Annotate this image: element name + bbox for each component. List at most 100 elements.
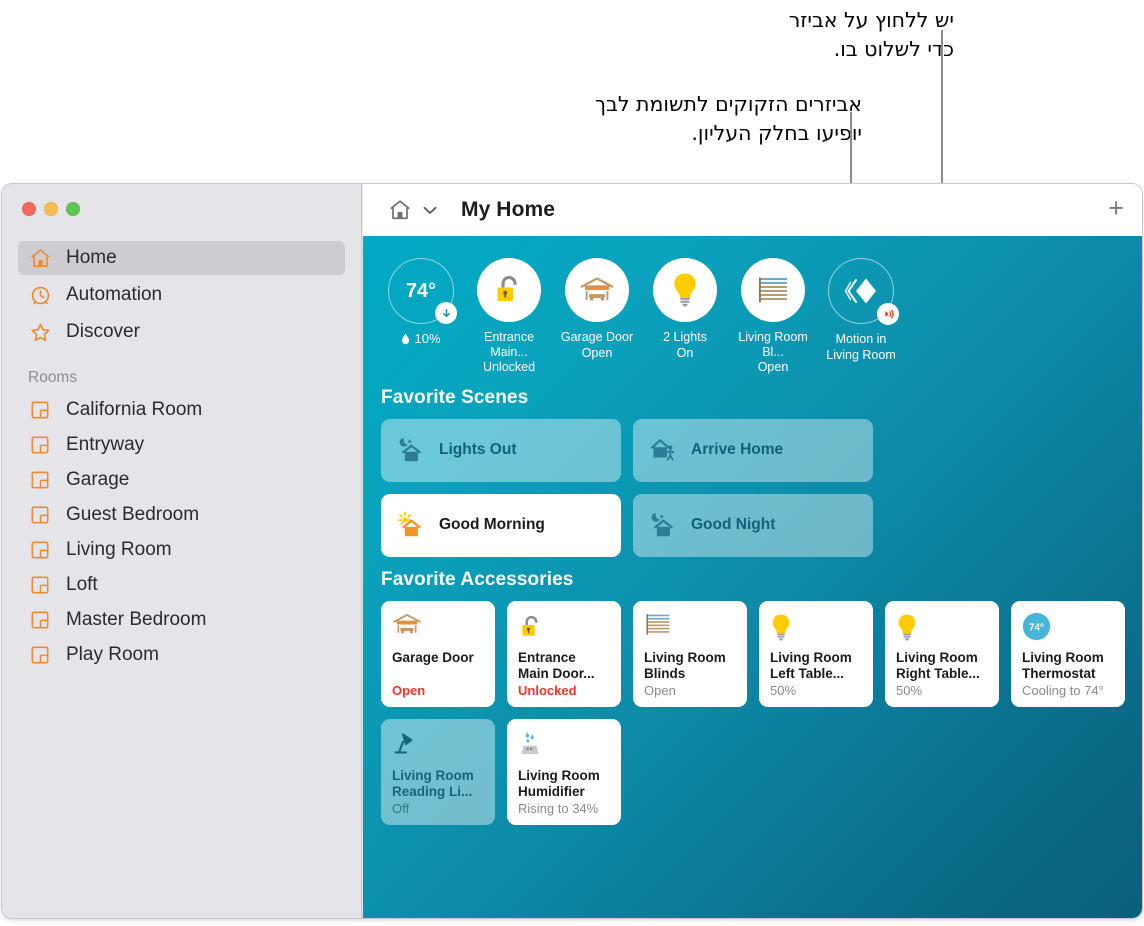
moon-house-icon [397,436,425,464]
close-button[interactable] [22,202,36,216]
sidebar-room-item[interactable]: Living Room [18,533,345,566]
arrow-down-icon [435,302,457,324]
accessory-name: Living Room Bl... [738,330,808,359]
motion-sensor-icon [828,258,899,325]
room-icon [28,643,52,667]
home-app-window: Home Automation Discover Rooms Californi… [2,184,1142,918]
accessory-name: Motion in [835,332,887,346]
room-icon [28,468,52,492]
sidebar-item-label: Home [66,247,117,268]
motion-waves-icon [877,303,899,325]
garage-door-icon [392,612,484,644]
moon-house-icon [649,511,677,539]
accessory-card[interactable]: Living Room Blinds Open [633,600,747,707]
sidebar-room-label: Play Room [66,643,159,665]
add-button[interactable]: + [1108,194,1124,226]
accessory-card[interactable]: Entrance Main Door... Unlocked [507,600,621,707]
accessory-name: Living Room Humidifier [518,767,600,799]
humidifier-icon [518,730,610,762]
accessory-name: Living Room Right Table... [896,649,980,681]
minimize-button[interactable] [44,202,58,216]
sidebar-room-label: Garage [66,468,130,490]
accessory-state: Open [392,682,426,698]
accessory-card[interactable]: Garage Door Open [381,600,495,707]
accessory-card[interactable]: Living Room Reading Li... Off [381,718,495,825]
temperature-value: 74° [405,279,437,302]
sidebar-room-label: Guest Bedroom [66,503,200,525]
accessory-card[interactable]: Living Room Humidifier Rising to 34% [507,718,621,825]
sidebar-room-label: Entryway [66,433,145,455]
favorite-accessories-heading: Favorite Accessories [381,568,574,590]
sidebar-item-label: Discover [66,321,140,342]
unlocked-padlock-icon [477,258,541,322]
zoom-button[interactable] [66,202,80,216]
house-person-icon [649,436,677,464]
star-icon [28,320,52,344]
sidebar-room-item[interactable]: Guest Bedroom [18,498,345,531]
sidebar-room-item[interactable]: Loft [18,568,345,601]
scene-tile[interactable]: Good Night [633,493,873,557]
window-traffic-lights [22,202,80,216]
status-tile-garage-door[interactable]: Garage Door Open [553,258,641,360]
callout-text-tap-accessory: יש ללחוץ על אביזר כדי לשלוט בו. [788,8,954,61]
accessory-state: Open [644,682,676,698]
accessory-name: Living Room Reading Li... [392,767,474,799]
sidebar-item-home[interactable]: Home [18,241,345,275]
status-tile-climate[interactable]: 74° 10% [377,258,465,347]
status-tile-motion-sensor[interactable]: Motion in Living Room [817,258,905,362]
sidebar-room-item[interactable]: Entryway [18,428,345,461]
home-canvas: 74° 10% Entrance Main... Unlocked Garage… [363,236,1142,918]
sidebar-room-label: California Room [66,398,203,420]
sidebar-nav: Home Automation Discover Rooms Californi… [2,238,361,673]
accessory-state: Cooling to 74° [1022,682,1104,698]
unlocked-padlock-icon [518,612,610,644]
sidebar-room-item[interactable]: Play Room [18,638,345,671]
page-title: My Home [461,198,556,221]
room-icon [28,573,52,597]
sidebar-section-rooms: Rooms [28,369,78,386]
toolbar: My Home + [363,184,1142,236]
climate-dial: 74° [388,258,457,324]
status-tile-lights[interactable]: 2 Lights On [641,258,729,360]
favorite-scenes-grid: Lights Out Arrive Home Good Morning Good… [381,418,1142,557]
window-blinds-icon [741,258,805,322]
accessory-name: Entrance Main... [483,330,535,359]
content-area: My Home + 74° 10% Entrance Main... Unloc… [363,184,1142,918]
accessory-state: Unlocked [518,682,577,698]
accessory-name: Living Room Thermostat [1022,649,1104,681]
scene-tile[interactable]: Arrive Home [633,418,873,482]
accessory-card[interactable]: Living Room Left Table... 50% [759,600,873,707]
sidebar-item-automation[interactable]: Automation [18,278,345,312]
accessory-name: 2 Lights [663,330,707,344]
clock-icon [28,283,52,307]
accessory-card[interactable]: 74° Living Room Thermostat Cooling to 74… [1011,600,1125,707]
accessory-state: 50% [896,682,923,698]
sidebar-room-item[interactable]: Master Bedroom [18,603,345,636]
accessory-state: On [676,345,694,360]
sidebar-room-item[interactable]: Garage [18,463,345,496]
chevron-down-icon[interactable] [423,202,437,219]
sidebar-room-label: Master Bedroom [66,608,207,630]
scene-tile[interactable]: Good Morning [381,493,621,557]
scene-label: Good Night [691,516,776,533]
status-tile-living-room-blinds[interactable]: Living Room Bl... Open [729,258,817,375]
status-tile-entrance-lock[interactable]: Entrance Main... Unlocked [465,258,553,375]
room-icon [28,433,52,457]
status-strip: 74° 10% Entrance Main... Unlocked Garage… [363,236,1142,375]
accessory-state: Rising to 34% [518,800,599,816]
scene-label: Good Morning [439,516,545,533]
accessory-card[interactable]: Living Room Right Table... 50% [885,600,999,707]
sidebar-room-label: Loft [66,573,98,595]
scene-tile[interactable]: Lights Out [381,418,621,482]
sidebar-item-discover[interactable]: Discover [18,315,345,349]
garage-door-icon [565,258,629,322]
sidebar-room-item[interactable]: California Room [18,393,345,426]
favorite-scenes-heading: Favorite Scenes [381,386,529,408]
house-icon[interactable] [387,197,413,223]
scene-label: Lights Out [439,441,517,458]
accessory-name: Entrance Main Door... [518,649,595,681]
lightbulb-icon [896,612,988,644]
accessory-state: Open [757,360,789,374]
water-drop-icon [402,333,410,345]
humidity-readout: 10% [377,331,465,347]
